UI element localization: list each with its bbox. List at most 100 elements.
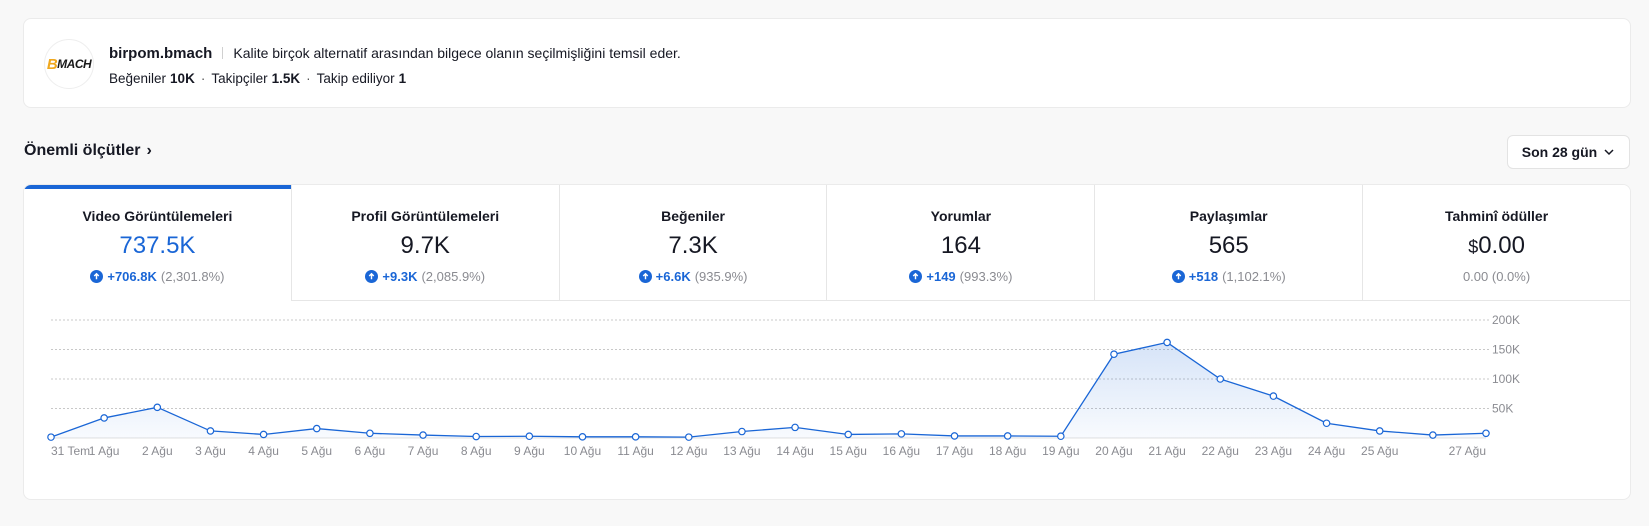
data-point[interactable] [897,430,906,438]
data-point[interactable] [1216,375,1225,383]
data-point[interactable] [844,430,853,439]
metric-delta: 0.00 (0.0%) [1463,268,1530,284]
data-point[interactable] [525,432,534,441]
data-point[interactable] [1429,431,1437,439]
data-point[interactable] [1269,392,1278,400]
avatar[interactable]: B MACH [44,39,94,89]
x-tick-label: 4 Ağu [248,444,279,458]
delta-pct: (935.9%) [694,268,748,284]
metric-value-number: 0.00 [1478,232,1525,259]
x-tick-label: 9 Ağu [514,444,545,458]
x-tick-label: 18 Ağu [989,444,1026,458]
date-range-label: Son 28 gün [1521,144,1598,160]
stat-following-value: 1 [398,70,407,86]
section-title: Önemli ölçütler [24,142,141,159]
metric-label: Video Görüntülemeleri [82,208,233,224]
data-point[interactable] [153,403,162,412]
arrow-up-icon [365,269,379,283]
y-tick-label: 100K [1492,372,1520,386]
tab-video-views[interactable]: Video Görüntülemeleri 737.5K +706.8K (2,… [24,185,292,301]
tab-shares[interactable]: Paylaşımlar 565 +518 (1,102.1%) [1095,185,1364,301]
arrow-up-icon [638,269,652,283]
data-point[interactable] [419,431,427,439]
key-metrics-link[interactable]: Önemli ölçütler › [24,142,152,160]
metric-label: Yorumlar [930,208,992,224]
data-point[interactable] [1375,427,1384,435]
delta-plain: 0.00 (0.0%) [1462,268,1531,284]
metric-delta: +149 (993.3%) [909,268,1012,284]
stat-likes-value: 10K [170,70,195,86]
delta-pct: (993.3%) [959,268,1013,284]
x-tick-label: 15 Ağu [830,444,867,458]
arrow-up-icon [90,269,104,283]
data-point[interactable] [791,423,799,432]
x-tick-label: 10 Ağu [564,444,601,458]
date-range-dropdown[interactable]: Son 28 gün [1507,135,1630,169]
x-tick-label: 22 Ağu [1202,444,1239,458]
metrics-card: Video Görüntülemeleri 737.5K +706.8K (2,… [23,184,1631,500]
data-point[interactable] [259,430,268,439]
chevron-down-icon [1604,149,1614,156]
data-point[interactable] [738,427,746,436]
delta-pct: (2,301.8%) [160,268,225,284]
data-point[interactable] [1110,350,1118,359]
x-tick-label: 17 Ağu [936,444,973,458]
data-point[interactable] [1482,429,1490,438]
data-point[interactable] [578,433,587,441]
x-tick-label: 25 Ağu [1361,444,1398,458]
tab-estimated-rewards[interactable]: Tahminî ödüller $0.00 0.00 (0.0%) [1363,185,1630,301]
data-point[interactable] [312,424,321,433]
data-point[interactable] [472,432,480,441]
y-tick-label: 200K [1492,313,1520,327]
metric-value: 565 [1208,232,1249,259]
metric-value: $0.00 [1468,232,1525,260]
x-tick-label: 11 Ağu [617,444,653,458]
tab-profile-views[interactable]: Profil Görüntülemeleri 9.7K +9.3K (2,085… [291,185,560,301]
data-point[interactable] [366,429,374,438]
metric-value: 164 [940,232,981,259]
data-point[interactable] [1057,432,1065,441]
x-tick-label: 27 Ağu [1449,444,1486,458]
metric-delta: +9.3K (2,085.9%) [365,268,485,284]
x-tick-label: 21 Ağu [1148,444,1185,458]
metric-label: Beğeniler [661,208,725,224]
x-tick-label: 7 Ağu [408,444,439,458]
metric-tabs: Video Görüntülemeleri 737.5K +706.8K (2,… [24,185,1630,301]
data-point[interactable] [1163,338,1171,347]
delta-pct: (2,085.9%) [421,268,486,284]
tab-likes[interactable]: Beğeniler 7.3K +6.6K (935.9%) [559,185,828,301]
stat-dot: · [200,70,206,86]
data-point[interactable] [1003,432,1012,440]
arrow-up-icon [909,269,923,283]
delta-abs: +6.6K [655,268,691,284]
stat-followers-value: 1.5K [271,70,301,86]
username[interactable]: birpom.bmach [109,45,212,62]
arrow-up-icon [1171,269,1185,283]
divider [222,47,224,59]
x-tick-label: 23 Ağu [1255,444,1292,458]
x-tick-label: 8 Ağu [461,444,492,458]
data-point[interactable] [950,432,959,440]
data-point[interactable] [1322,419,1331,428]
data-point[interactable] [100,414,108,422]
y-tick-label: 50K [1492,402,1513,416]
metric-value: 9.7K [400,232,450,259]
currency-symbol: $ [1468,237,1479,257]
x-tick-label: 3 Ağu [195,444,226,458]
metric-value: 737.5K [119,232,196,259]
x-tick-label: 6 Ağu [355,444,386,458]
data-point[interactable] [206,427,215,435]
bio: Kalite birçok alternatif arasından bilge… [233,45,681,61]
x-tick-label: 12 Ağu [670,444,707,458]
x-tick-label: 1 Ağu [89,444,120,458]
data-point[interactable] [684,433,693,441]
data-point[interactable] [631,433,640,441]
x-tick-label: 2 Ağu [142,444,173,458]
x-tick-label: 5 Ağu [301,444,332,458]
metric-delta: +6.6K (935.9%) [638,268,748,284]
stat-following-label: Takip ediliyor [316,70,395,86]
y-tick-label: 150K [1492,343,1520,357]
data-point[interactable] [47,433,55,441]
profile-card: B MACH birpom.bmach Kalite birçok alterna… [23,18,1631,108]
tab-comments[interactable]: Yorumlar 164 +149 (993.3%) [827,185,1096,301]
